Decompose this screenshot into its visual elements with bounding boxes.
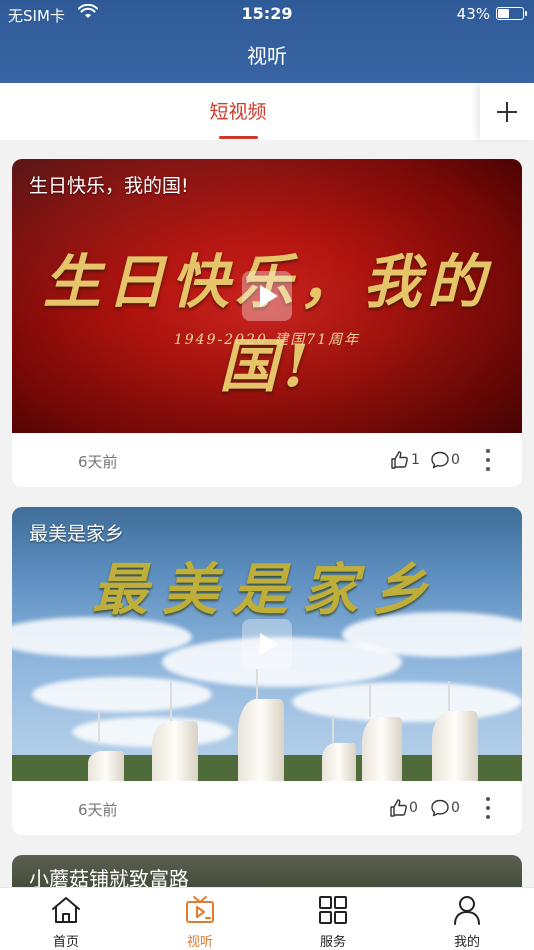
play-button[interactable] [242, 619, 292, 669]
thumbnail-overlay-subtitle: 1949-2020 建国71周年 [173, 332, 361, 348]
nav-label: 视听 [186, 935, 213, 950]
plus-icon [497, 101, 517, 122]
time-ago: 6天前 [78, 453, 118, 471]
nav-label: 我的 [453, 935, 480, 950]
nav-services[interactable]: 服务 [283, 888, 383, 950]
comment-count: 0 [451, 452, 460, 468]
video-thumbnail[interactable]: 最美是家乡 最美是家乡 [12, 507, 522, 781]
like-icon[interactable] [390, 450, 410, 470]
video-title: 最美是家乡 [29, 523, 125, 545]
play-icon [260, 285, 278, 307]
tab-active-indicator [219, 136, 258, 139]
nav-home[interactable]: 首页 [16, 888, 116, 950]
video-thumbnail[interactable]: 生日快乐，我的国! 1949-2020 建国71周年 生日快乐，我的国! [12, 159, 522, 433]
nav-video[interactable]: 视听 [150, 888, 250, 950]
tab-bar: 短视频 [0, 83, 534, 140]
video-title: 生日快乐，我的国! [29, 175, 189, 197]
user-icon [454, 896, 480, 925]
add-channel-button[interactable] [480, 83, 534, 140]
play-button[interactable] [242, 271, 292, 321]
battery-icon [496, 7, 527, 20]
more-options-icon[interactable] [482, 449, 494, 471]
thumbnail-overlay-title: 最美是家乡 [92, 557, 442, 623]
nav-profile[interactable]: 我的 [417, 888, 517, 950]
like-count: 0 [409, 800, 418, 816]
like-count: 1 [411, 452, 420, 468]
video-card[interactable]: 最美是家乡 最美是家乡 6天前 0 0 [12, 507, 522, 835]
video-icon [186, 896, 214, 923]
comment-icon[interactable] [430, 798, 450, 818]
video-card[interactable]: 生日快乐，我的国! 1949-2020 建国71周年 生日快乐，我的国! 6天前… [12, 159, 522, 487]
battery-percent: 43% [456, 5, 490, 23]
video-card-footer: 6天前 0 0 [12, 781, 522, 835]
like-icon[interactable] [389, 798, 409, 818]
home-icon [52, 897, 80, 923]
comment-icon[interactable] [430, 450, 450, 470]
nav-label: 首页 [52, 935, 79, 950]
header: 无SIM卡 15:29 43% 视听 [0, 0, 534, 83]
video-card-footer: 6天前 1 0 [12, 433, 522, 487]
bottom-nav: 首页 视听 服务 我的 [0, 887, 534, 950]
grid-icon [319, 896, 347, 924]
page-title: 视听 [247, 44, 287, 68]
status-time: 15:29 [241, 4, 293, 23]
time-ago: 6天前 [78, 801, 118, 819]
status-bar: 无SIM卡 15:29 43% [0, 0, 534, 28]
nav-label: 服务 [319, 935, 346, 950]
more-options-icon[interactable] [482, 797, 494, 819]
comment-count: 0 [451, 800, 460, 816]
tab-short-video[interactable]: 短视频 [178, 97, 298, 124]
play-icon [260, 633, 278, 655]
